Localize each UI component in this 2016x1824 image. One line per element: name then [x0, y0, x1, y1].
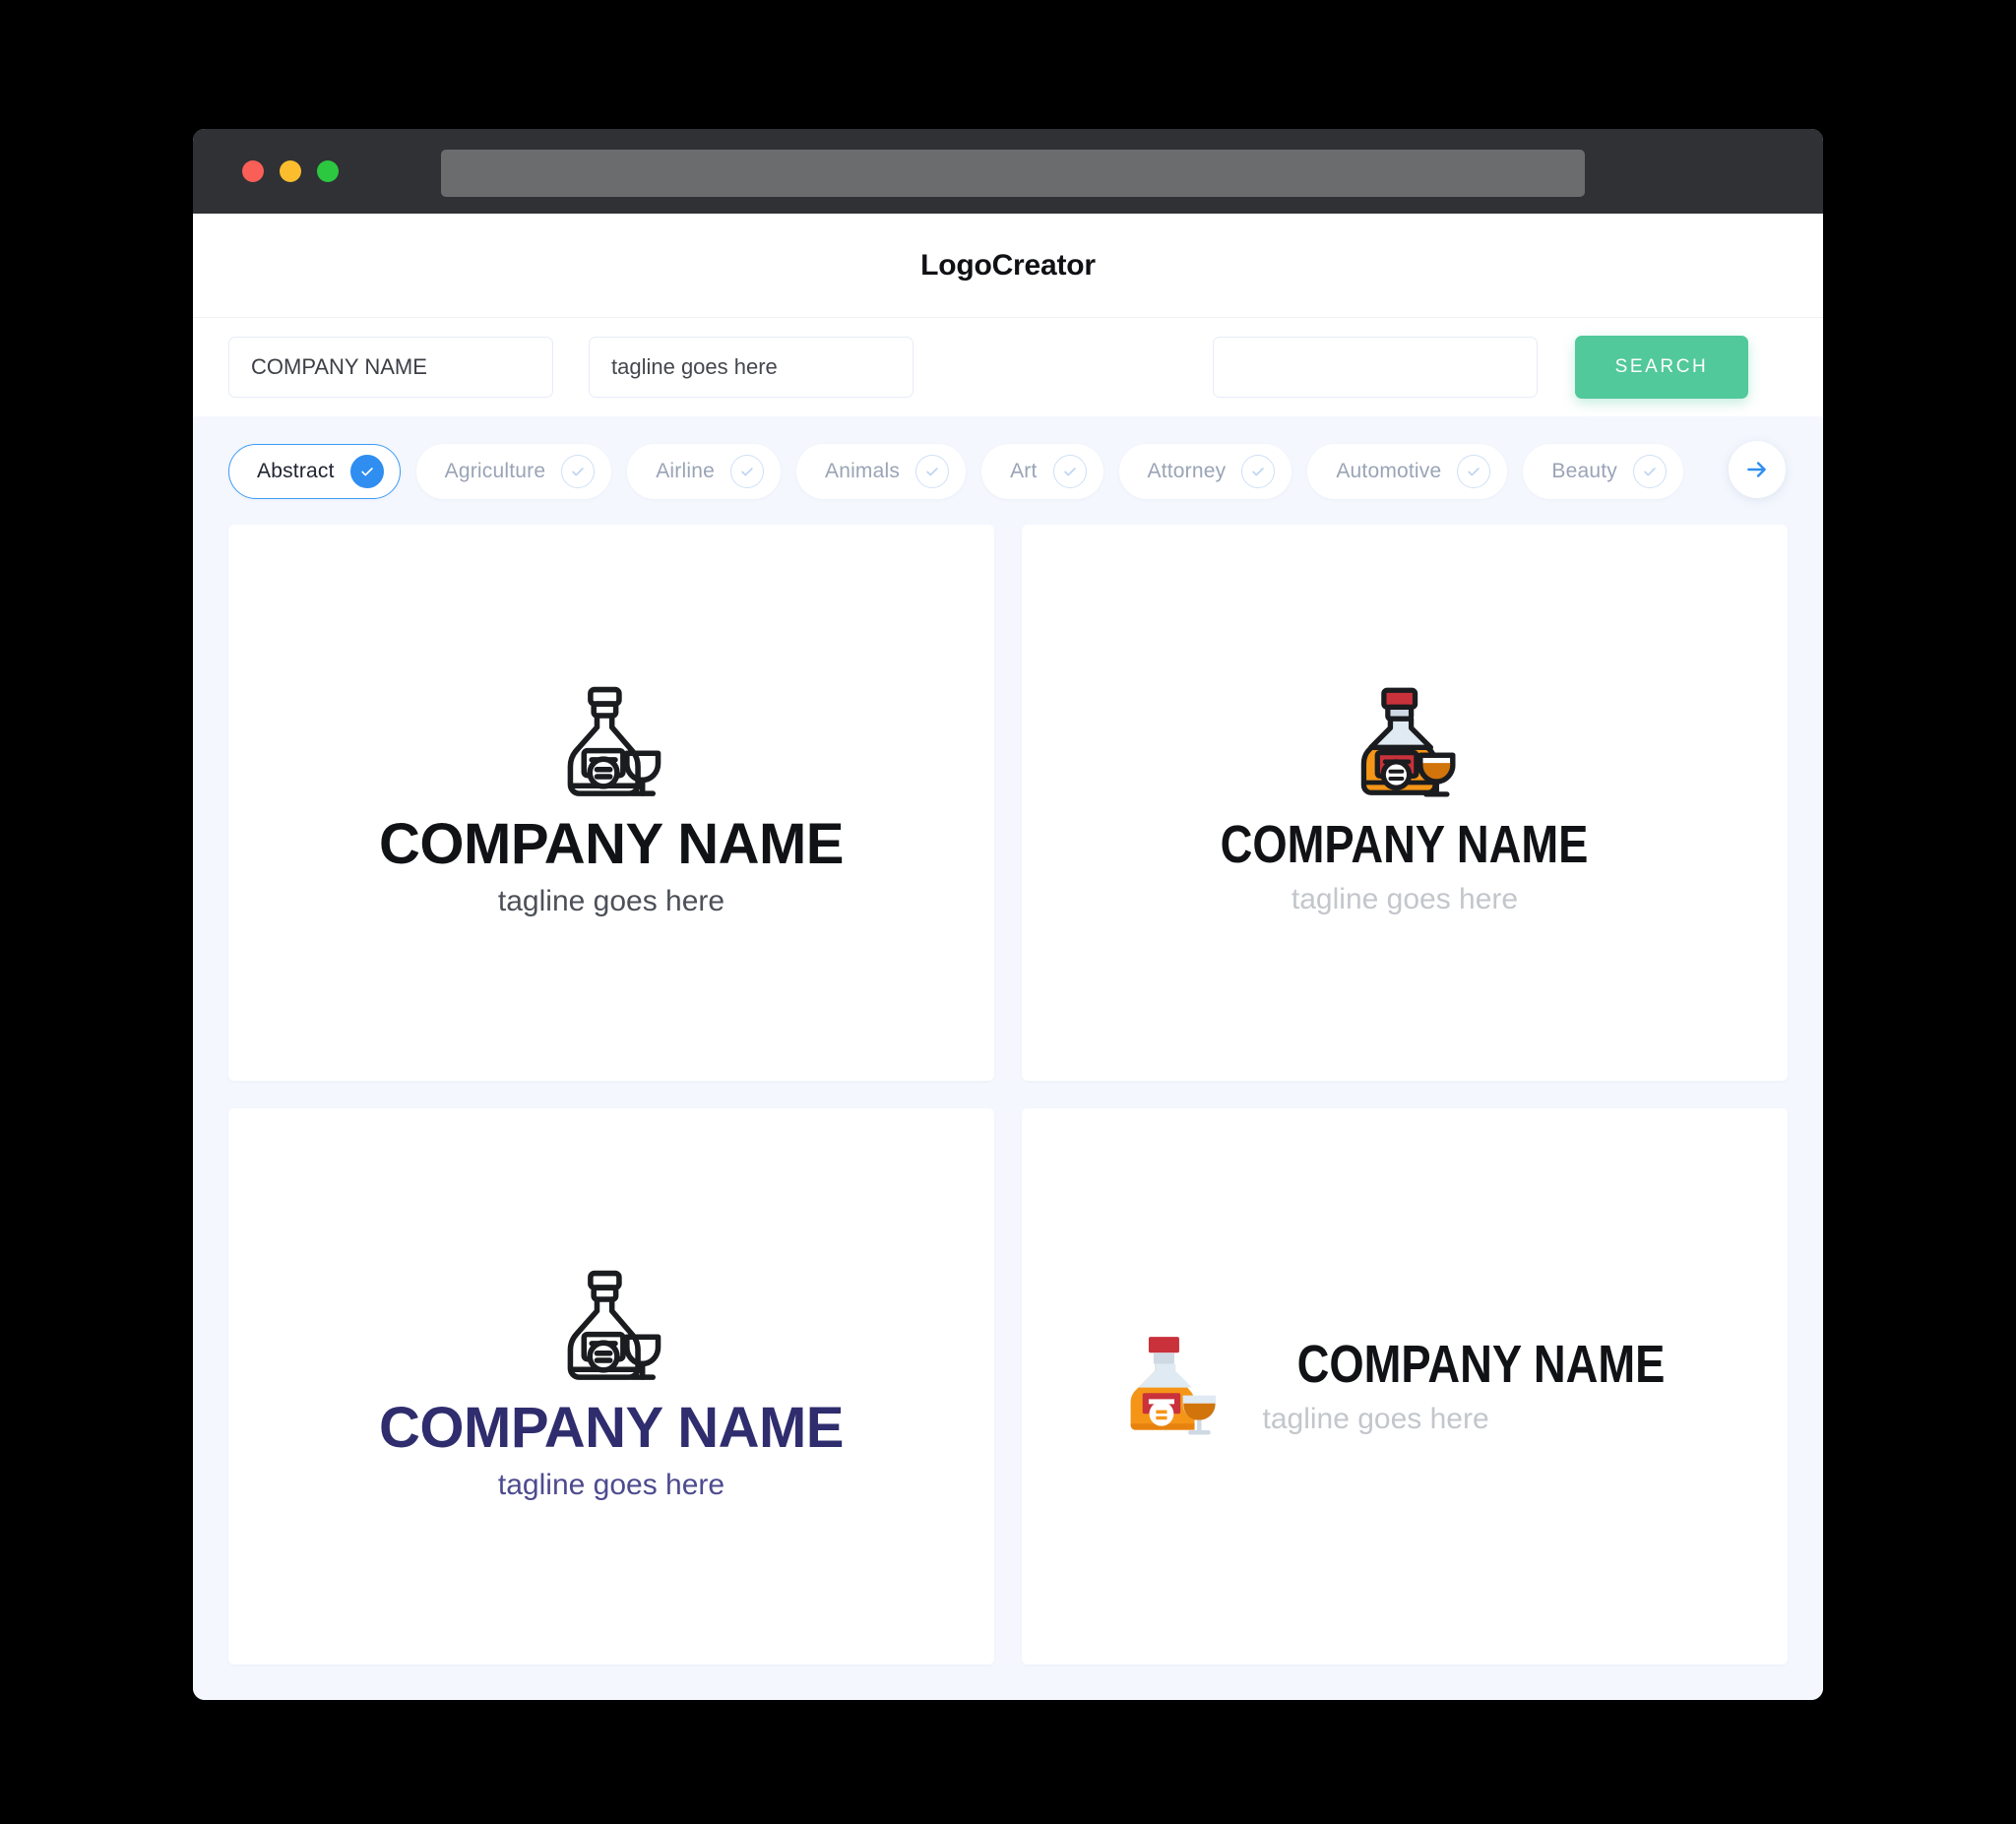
logo-text-block: COMPANY NAME tagline goes here	[379, 1396, 845, 1502]
logo-tagline: tagline goes here	[497, 1468, 725, 1501]
category-chip-check[interactable]	[1241, 455, 1276, 488]
minimize-window-button[interactable]	[280, 160, 301, 182]
category-chip-art[interactable]: Art	[981, 444, 1103, 499]
category-chip-check[interactable]	[561, 455, 596, 488]
address-bar[interactable]	[441, 150, 1585, 197]
category-chip-label: Agriculture	[444, 460, 546, 482]
decanter-and-glass-flat-icon	[1131, 1336, 1217, 1434]
decanter-and-glass-color-icon	[1360, 687, 1456, 797]
browser-window: LogoCreator SEARCH Abstract Agriculture …	[193, 129, 1823, 1700]
maximize-window-button[interactable]	[317, 160, 339, 182]
logo-composition: COMPANY NAME tagline goes here	[1108, 1326, 1700, 1448]
logo-text-block: COMPANY NAME tagline goes here	[1262, 1337, 1700, 1436]
category-chip-airline[interactable]: Airline	[627, 444, 781, 499]
check-icon	[741, 468, 753, 476]
category-chip-check[interactable]	[915, 455, 950, 488]
logo-card[interactable]: COMPANY NAME tagline goes here	[1022, 525, 1788, 1081]
logo-composition: COMPANY NAME tagline goes here	[379, 679, 845, 926]
category-chip-attorney[interactable]: Attorney	[1118, 444, 1292, 499]
app-header: LogoCreator	[193, 214, 1823, 318]
logo-company-name: COMPANY NAME	[379, 812, 845, 877]
logo-company-name: COMPANY NAME	[1297, 1335, 1666, 1395]
category-chip-animals[interactable]: Animals	[795, 444, 967, 499]
search-button[interactable]: SEARCH	[1575, 336, 1748, 399]
logo-results-grid: COMPANY NAME tagline goes here COMPANY N…	[193, 525, 1823, 1700]
check-icon	[1644, 468, 1656, 476]
search-toolbar: SEARCH	[193, 318, 1823, 416]
arrow-right-icon	[1747, 462, 1766, 477]
category-chip-label: Animals	[824, 460, 901, 482]
decanter-and-glass-outline-icon	[567, 1270, 662, 1380]
logo-tagline: tagline goes here	[1291, 882, 1519, 915]
keyword-input[interactable]	[1213, 337, 1538, 398]
company-name-input[interactable]	[228, 337, 553, 398]
logo-composition: COMPANY NAME tagline goes here	[379, 1263, 845, 1510]
check-icon	[360, 468, 373, 476]
logo-composition: COMPANY NAME tagline goes here	[1185, 681, 1623, 924]
check-icon	[1252, 468, 1265, 476]
logo-text-block: COMPANY NAME tagline goes here	[1185, 817, 1623, 916]
category-chip-agriculture[interactable]: Agriculture	[415, 444, 612, 499]
window-controls	[242, 160, 339, 182]
logo-card[interactable]: COMPANY NAME tagline goes here	[1022, 1108, 1788, 1665]
screen: LogoCreator SEARCH Abstract Agriculture …	[0, 0, 2016, 1824]
category-chip-beauty[interactable]: Beauty	[1523, 444, 1683, 499]
app-title: LogoCreator	[920, 248, 1096, 282]
close-window-button[interactable]	[242, 160, 264, 182]
logo-tagline: tagline goes here	[497, 884, 725, 917]
category-chip-check[interactable]	[1457, 455, 1491, 488]
logo-company-name: COMPANY NAME	[1221, 815, 1589, 875]
check-icon	[1468, 468, 1480, 476]
category-chip-abstract[interactable]: Abstract	[228, 444, 401, 499]
browser-titlebar	[193, 129, 1823, 214]
check-icon	[572, 468, 584, 476]
logo-card[interactable]: COMPANY NAME tagline goes here	[228, 525, 994, 1081]
category-chip-label: Attorney	[1147, 460, 1227, 482]
category-filter-bar: Abstract Agriculture Airline Animals Art…	[193, 416, 1823, 525]
category-chip-label: Art	[1010, 460, 1038, 482]
check-icon	[926, 468, 938, 476]
category-chip-label: Beauty	[1551, 460, 1617, 482]
logo-text-block: COMPANY NAME tagline goes here	[379, 812, 845, 918]
logo-card[interactable]: COMPANY NAME tagline goes here	[228, 1108, 994, 1665]
category-chip-automotive[interactable]: Automotive	[1307, 444, 1508, 499]
next-categories-button[interactable]	[1729, 441, 1786, 498]
category-chip-check[interactable]	[349, 455, 384, 488]
category-chip-label: Airline	[656, 460, 715, 482]
category-chip-check[interactable]	[1052, 455, 1087, 488]
category-chip-label: Abstract	[257, 460, 335, 482]
logo-tagline: tagline goes here	[1262, 1402, 1489, 1435]
decanter-and-glass-outline-icon	[567, 686, 662, 796]
category-chip-list: Abstract Agriculture Airline Animals Art…	[228, 444, 1823, 499]
check-icon	[1063, 468, 1076, 476]
logo-company-name: COMPANY NAME	[379, 1396, 845, 1461]
category-chip-check[interactable]	[729, 455, 764, 488]
category-chip-check[interactable]	[1632, 455, 1667, 488]
category-chip-label: Automotive	[1336, 460, 1442, 482]
tagline-input[interactable]	[589, 337, 914, 398]
